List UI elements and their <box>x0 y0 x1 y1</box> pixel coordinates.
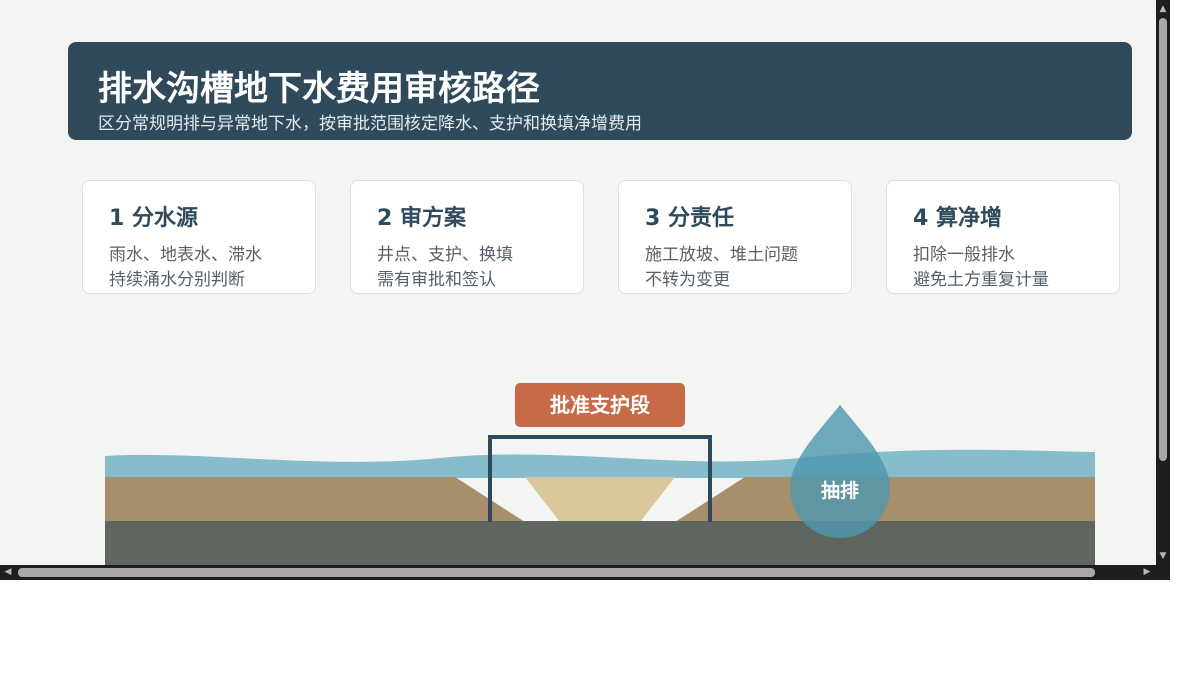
scroll-up-icon[interactable]: ▲ <box>1156 2 1170 16</box>
vertical-scroll-thumb[interactable] <box>1159 18 1167 461</box>
drainage-label: 抽排 <box>820 480 859 502</box>
bedrock-layer <box>105 521 1095 565</box>
horizontal-scrollbar[interactable]: ◀ ▶ <box>0 565 1156 580</box>
page-viewport: 排水沟槽地下水费用审核路径 区分常规明排与异常地下水，按审批范围核定降水、支护和… <box>0 0 1156 565</box>
horizontal-scroll-thumb[interactable] <box>18 568 1095 577</box>
approved-support-badge: 批准支护段 <box>515 383 685 427</box>
scroll-down-icon[interactable]: ▼ <box>1156 549 1170 563</box>
vertical-scrollbar[interactable]: ▲ ▼ <box>1156 0 1170 565</box>
scroll-right-icon[interactable]: ▶ <box>1140 565 1154 580</box>
scrollbar-corner <box>1156 565 1170 580</box>
backfill-block <box>525 477 675 522</box>
trench-cross-section <box>105 405 1095 565</box>
groundwater-layer <box>105 449 1095 478</box>
scroll-left-icon[interactable]: ◀ <box>1 565 15 580</box>
water-drop-shape <box>790 405 890 538</box>
